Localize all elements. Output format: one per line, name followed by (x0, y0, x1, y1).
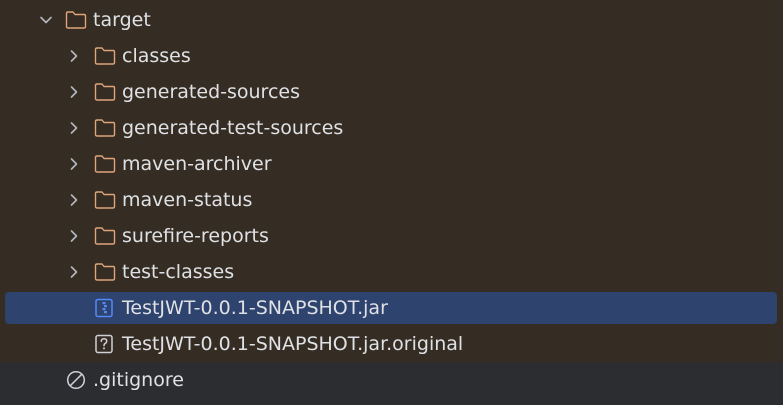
folder-icon (94, 82, 116, 102)
tree-node-label: target (93, 9, 151, 31)
tree-node-label: maven-status (122, 189, 253, 211)
tree-node-classes[interactable]: classes (0, 38, 783, 74)
chevron-down-icon[interactable] (36, 10, 56, 30)
folder-icon (65, 10, 87, 30)
tree-node-maven-archiver[interactable]: maven-archiver (0, 146, 783, 182)
tree-node-label: TestJWT-0.0.1-SNAPSHOT.jar.original (122, 333, 464, 355)
project-tree: target classes generated-sources generat… (0, 0, 783, 405)
selection-highlight (5, 292, 777, 324)
tree-node-label: maven-archiver (122, 153, 272, 175)
ignored-file-icon (65, 370, 87, 390)
archive-icon (94, 298, 116, 318)
tree-node-label: TestJWT-0.0.1-SNAPSHOT.jar (122, 297, 388, 319)
tree-node-generated-test-sources[interactable]: generated-test-sources (0, 110, 783, 146)
tree-node-generated-sources[interactable]: generated-sources (0, 74, 783, 110)
tree-node-surefire-reports[interactable]: surefire-reports (0, 218, 783, 254)
tree-node-label: .gitignore (93, 369, 184, 391)
tree-node-label: generated-test-sources (122, 117, 344, 139)
chevron-right-icon[interactable] (64, 154, 84, 174)
tree-node-maven-status[interactable]: maven-status (0, 182, 783, 218)
folder-icon (94, 190, 116, 210)
tree-node-label: test-classes (122, 261, 235, 283)
folder-icon (94, 46, 116, 66)
tree-node-label: classes (122, 45, 191, 67)
tree-node-target[interactable]: target (0, 2, 783, 38)
tree-node-label: generated-sources (122, 81, 300, 103)
tree-node-gitignore[interactable]: .gitignore (0, 362, 783, 398)
chevron-right-icon[interactable] (64, 82, 84, 102)
chevron-right-icon[interactable] (64, 46, 84, 66)
tree-node-label: surefire-reports (122, 225, 269, 247)
chevron-right-icon[interactable] (64, 190, 84, 210)
chevron-right-icon[interactable] (64, 226, 84, 246)
tree-node-test-classes[interactable]: test-classes (0, 254, 783, 290)
folder-icon (94, 226, 116, 246)
chevron-right-icon[interactable] (64, 118, 84, 138)
unknown-file-icon (94, 334, 116, 354)
folder-icon (94, 262, 116, 282)
folder-icon (94, 118, 116, 138)
folder-icon (94, 154, 116, 174)
tree-node-jar-original-file[interactable]: TestJWT-0.0.1-SNAPSHOT.jar.original (0, 326, 783, 362)
chevron-right-icon[interactable] (64, 262, 84, 282)
tree-node-jar-file[interactable]: TestJWT-0.0.1-SNAPSHOT.jar (0, 290, 783, 326)
